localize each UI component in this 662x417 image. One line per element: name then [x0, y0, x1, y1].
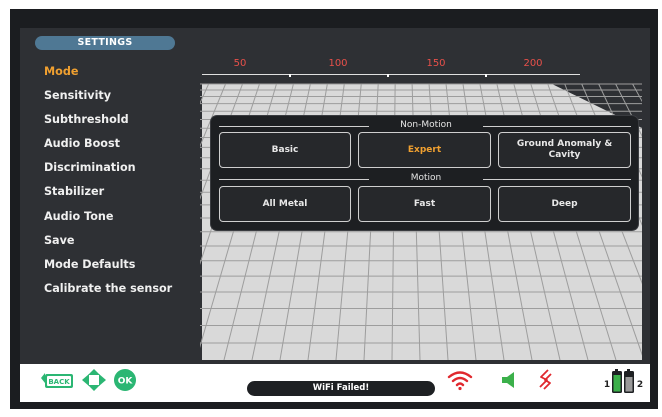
settings-menu: Mode Sensitivity Subthreshold Audio Boos…	[44, 62, 204, 303]
dpad-icon[interactable]: OK	[80, 367, 140, 393]
mode-selection-popup: Non-Motion Basic Expert Ground Anomaly &…	[211, 116, 638, 230]
back-arrow-icon	[41, 373, 45, 383]
vibration-icon	[539, 369, 552, 390]
mode-deep-button[interactable]: Deep	[498, 186, 631, 222]
mode-expert-button[interactable]: Expert	[358, 132, 491, 168]
depth-scale: 50 100 150 200	[200, 58, 640, 80]
back-label: BACK	[48, 378, 70, 386]
wifi-icon	[447, 371, 473, 391]
scale-minor-tick	[289, 74, 291, 77]
menu-item-calibrate-sensor[interactable]: Calibrate the sensor	[44, 279, 204, 303]
settings-title: SETTINGS	[35, 36, 175, 50]
menu-item-mode-defaults[interactable]: Mode Defaults	[44, 255, 204, 279]
scale-minor-tick	[387, 74, 389, 77]
scale-tick: 50	[233, 58, 247, 69]
back-button[interactable]: BACK	[39, 369, 75, 390]
scale-tick: 150	[426, 58, 446, 69]
battery-indicator: 1 2	[600, 365, 648, 397]
status-message: WiFi Failed!	[247, 381, 435, 396]
mode-ground-anomaly-cavity-button[interactable]: Ground Anomaly & Cavity	[498, 132, 631, 168]
battery-1-label: 1	[604, 380, 610, 390]
speaker-icon	[502, 372, 514, 388]
menu-item-sensitivity[interactable]: Sensitivity	[44, 86, 204, 110]
scale-minor-tick	[485, 74, 487, 77]
battery-icon: 1 2	[604, 369, 643, 393]
motion-label: Motion	[410, 173, 442, 183]
mode-basic-button[interactable]: Basic	[219, 132, 351, 168]
scale-line	[202, 74, 580, 75]
ok-label: OK	[118, 377, 134, 387]
scale-tick: 100	[328, 58, 348, 69]
section-divider	[219, 126, 369, 127]
menu-item-discrimination[interactable]: Discrimination	[44, 158, 204, 182]
section-divider	[483, 126, 631, 127]
menu-item-stabilizer[interactable]: Stabilizer	[44, 182, 204, 206]
menu-item-mode[interactable]: Mode	[44, 62, 204, 86]
menu-item-audio-boost[interactable]: Audio Boost	[44, 134, 204, 158]
section-divider	[219, 179, 369, 180]
menu-item-save[interactable]: Save	[44, 231, 204, 255]
battery-2-label: 2	[637, 380, 643, 390]
menu-item-audio-tone[interactable]: Audio Tone	[44, 207, 204, 231]
menu-item-subthreshold[interactable]: Subthreshold	[44, 110, 204, 134]
mode-fast-button[interactable]: Fast	[358, 186, 491, 222]
section-divider	[483, 179, 631, 180]
mode-all-metal-button[interactable]: All Metal	[219, 186, 351, 222]
scale-tick: 200	[523, 58, 543, 69]
non-motion-label: Non-Motion	[400, 120, 452, 130]
